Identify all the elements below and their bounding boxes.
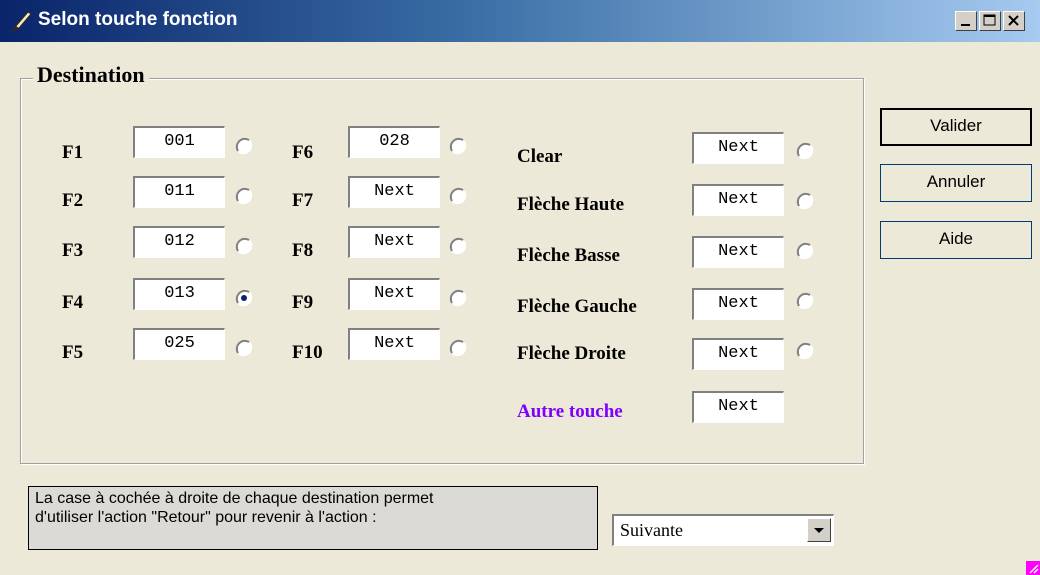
special-field-fleche-droite[interactable]: Next [692, 338, 784, 370]
fkey-label-f6: F6 [292, 142, 314, 163]
radio-f8[interactable] [447, 235, 469, 257]
special-field-fleche-haute[interactable]: Next [692, 184, 784, 216]
radio-fleche-droite[interactable] [794, 340, 816, 362]
help-button[interactable]: Aide [880, 221, 1032, 259]
validate-button[interactable]: Valider [880, 108, 1032, 146]
other-key-label: Autre touche [517, 401, 623, 422]
close-icon [1008, 15, 1019, 26]
special-field-fleche-basse[interactable]: Next [692, 236, 784, 268]
fkey-field-f9[interactable]: Next [348, 278, 440, 310]
return-action-value: Suivante [620, 520, 683, 540]
title-bar[interactable]: Selon touche fonction [0, 0, 1040, 42]
radio-f1[interactable] [233, 135, 255, 157]
special-label-fleche-basse: Flèche Basse [517, 245, 620, 266]
radio-fleche-basse[interactable] [794, 240, 816, 262]
other-key-field[interactable]: Next [692, 391, 784, 423]
radio-f2[interactable] [233, 185, 255, 207]
fkey-field-f10[interactable]: Next [348, 328, 440, 360]
fkey-field-f8[interactable]: Next [348, 226, 440, 258]
fkey-label-f3: F3 [62, 240, 84, 261]
fkey-label-f1: F1 [62, 142, 84, 163]
radio-fleche-gauche[interactable] [794, 290, 816, 312]
fkey-field-f4[interactable]: 013 [133, 278, 225, 310]
radio-f6[interactable] [447, 135, 469, 157]
special-field-clear[interactable]: Next [692, 132, 784, 164]
special-label-fleche-gauche: Flèche Gauche [517, 296, 637, 317]
info-line-2: d'utiliser l'action "Retour" pour reveni… [35, 509, 377, 526]
special-label-fleche-haute: Flèche Haute [517, 194, 625, 215]
fkey-label-f7: F7 [292, 190, 314, 211]
minimize-icon [961, 24, 970, 26]
radio-f10[interactable] [447, 337, 469, 359]
fkey-field-f3[interactable]: 012 [133, 226, 225, 258]
radio-clear[interactable] [794, 140, 816, 162]
fkey-field-f6[interactable]: 028 [348, 126, 440, 158]
info-line-1: La case à cochée à droite de chaque dest… [35, 490, 434, 507]
quill-icon [11, 11, 32, 33]
minimize-button[interactable] [955, 11, 977, 31]
dropdown-button[interactable] [807, 518, 831, 542]
chevron-down-icon [814, 528, 824, 533]
destination-legend: Destination [33, 62, 149, 88]
special-label-fleche-droite: Flèche Droite [517, 343, 626, 364]
fkey-label-f10: F10 [292, 342, 323, 363]
radio-f7[interactable] [447, 185, 469, 207]
info-box: La case à cochée à droite de chaque dest… [28, 486, 598, 550]
fkey-label-f9: F9 [292, 292, 314, 313]
special-label-clear: Clear [517, 146, 563, 167]
special-field-fleche-gauche[interactable]: Next [692, 288, 784, 320]
fkey-field-f1[interactable]: 001 [133, 126, 225, 158]
fkey-field-f5[interactable]: 025 [133, 328, 225, 360]
fkey-field-f2[interactable]: 011 [133, 176, 225, 208]
fkey-label-f2: F2 [62, 190, 84, 211]
window-title: Selon touche fonction [38, 9, 238, 30]
radio-f3[interactable] [233, 235, 255, 257]
cancel-button[interactable]: Annuler [880, 164, 1032, 202]
maximize-button[interactable] [979, 11, 1001, 31]
radio-f9[interactable] [447, 287, 469, 309]
return-action-select[interactable]: Suivante [612, 514, 834, 546]
radio-f4-selected[interactable] [233, 287, 255, 309]
radio-fleche-haute[interactable] [794, 190, 816, 212]
fkey-label-f4: F4 [62, 292, 84, 313]
maximize-icon [983, 14, 996, 26]
fkey-field-f7[interactable]: Next [348, 176, 440, 208]
resize-grip-icon[interactable] [1020, 555, 1040, 575]
close-button[interactable] [1003, 11, 1025, 31]
radio-f5[interactable] [233, 337, 255, 359]
fkey-label-f8: F8 [292, 240, 314, 261]
fkey-label-f5: F5 [62, 342, 84, 363]
